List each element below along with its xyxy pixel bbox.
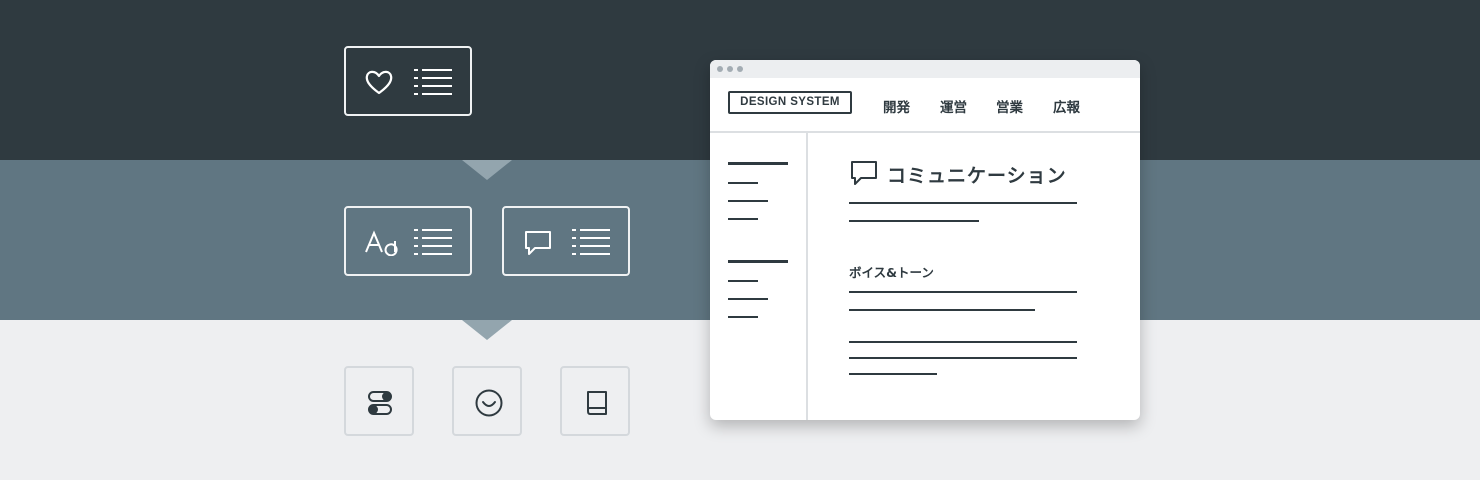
window-dot — [727, 66, 733, 72]
toggle-tile[interactable] — [344, 366, 414, 436]
sidebar-item-line[interactable] — [728, 218, 758, 220]
toggle-icon — [368, 391, 392, 415]
sidebar-item-line[interactable] — [728, 182, 758, 184]
header-divider — [710, 131, 1140, 133]
sidebar-heading-line[interactable] — [728, 260, 788, 263]
chat-bubble-icon — [525, 231, 551, 255]
typography-icon — [365, 230, 398, 256]
list-icon — [414, 229, 452, 255]
sidebar-item-line[interactable] — [728, 298, 768, 300]
text-placeholder-line — [849, 341, 1077, 343]
text-placeholder-line — [849, 220, 979, 222]
favorites-list-card[interactable] — [344, 46, 472, 116]
window-dot — [717, 66, 723, 72]
window-titlebar — [710, 60, 1140, 78]
nav-item-sales[interactable]: 営業 — [996, 96, 1023, 116]
list-icon — [414, 69, 452, 95]
down-arrow-middle — [462, 320, 512, 340]
text-placeholder-line — [849, 202, 1077, 204]
text-placeholder-line — [849, 373, 937, 375]
text-placeholder-line — [849, 357, 1077, 359]
sidebar-item-line[interactable] — [728, 200, 768, 202]
book-icon — [587, 391, 607, 415]
design-system-window: DESIGN SYSTEM 開発 運営 営業 広報 コミュニケーション ボイス&… — [710, 60, 1140, 420]
text-placeholder-line — [849, 309, 1035, 311]
sidebar-heading-line[interactable] — [728, 162, 788, 165]
smile-icon — [475, 389, 503, 417]
heart-icon — [365, 70, 393, 95]
sidebar-item-line[interactable] — [728, 316, 758, 318]
nav-item-development[interactable]: 開発 — [883, 96, 910, 116]
communication-list-card[interactable] — [502, 206, 630, 276]
design-system-logo[interactable]: DESIGN SYSTEM — [728, 91, 852, 114]
smile-tile[interactable] — [452, 366, 522, 436]
window-dot — [737, 66, 743, 72]
sidebar-item-line[interactable] — [728, 280, 758, 282]
sidebar-divider — [806, 133, 808, 420]
nav-item-operations[interactable]: 運営 — [940, 96, 967, 116]
text-placeholder-line — [849, 291, 1077, 293]
list-icon — [572, 229, 610, 255]
page-title: コミュニケーション — [887, 165, 1067, 187]
nav-item-pr[interactable]: 広報 — [1053, 96, 1080, 116]
section-title: ボイス&トーン — [849, 265, 934, 280]
down-arrow-top — [462, 160, 512, 180]
chat-bubble-icon — [851, 161, 877, 185]
book-tile[interactable] — [560, 366, 630, 436]
typography-list-card[interactable] — [344, 206, 472, 276]
